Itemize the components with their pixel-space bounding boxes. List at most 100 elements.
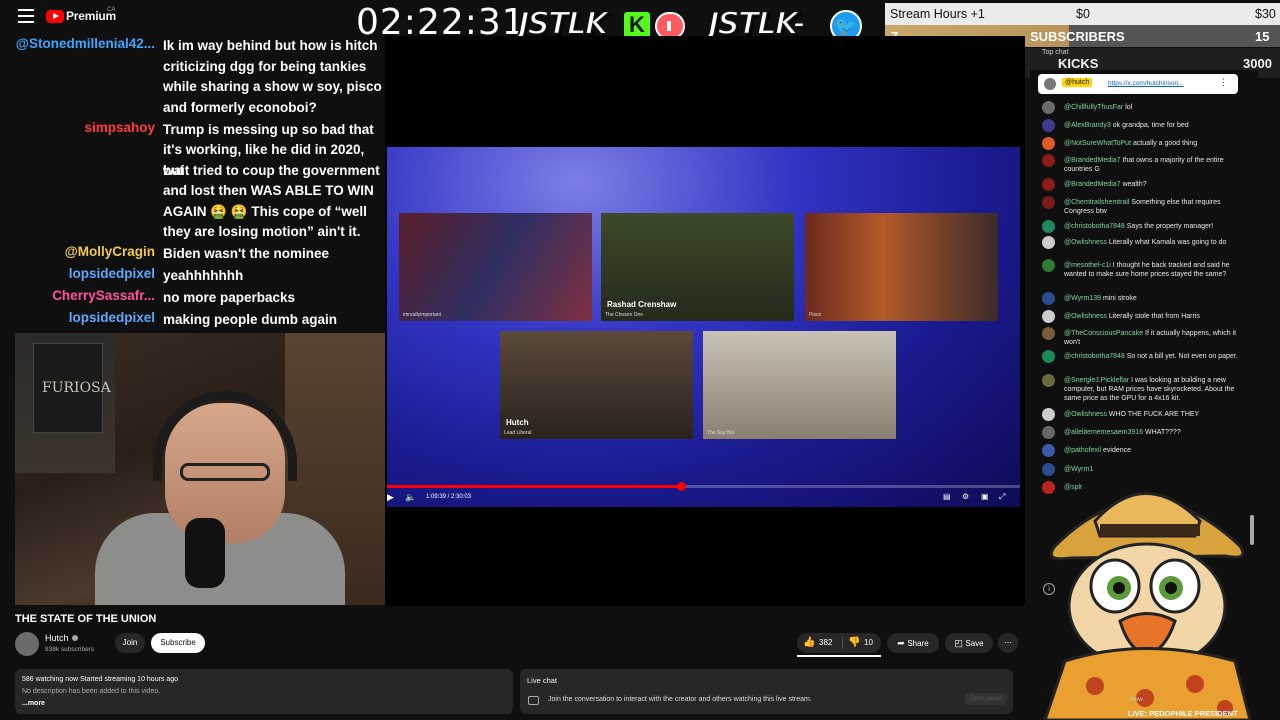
chat-message[interactable]: @Owlishness Literally what Kamala was go…: [1042, 236, 1247, 249]
fullscreen-icon[interactable]: ⤢: [999, 492, 1005, 502]
captions-icon[interactable]: ▤: [943, 492, 951, 501]
overlay-chat-text: while sharing a show w soy, pisco: [163, 79, 382, 94]
live-chat-label: Live chat: [527, 676, 558, 685]
live-chat-panel[interactable]: Live chat Join the conversation to inter…: [520, 669, 1013, 714]
chat-text: actually a good thing: [1132, 140, 1198, 147]
overlay-chat-username: @MollyCragin: [64, 244, 155, 259]
tile-label-4: Lead Liberal: [504, 430, 532, 436]
money-current: $0: [1076, 7, 1090, 21]
overlay-chat-text: yeahhhhhhh: [163, 268, 244, 283]
video-player[interactable]: imreallyimportant Rashad Crenshaw The Ch…: [387, 147, 1020, 507]
chat-message[interactable]: @TheConsciousPancake If it actually happ…: [1042, 327, 1247, 347]
watching-info: 586 watching now Started streaming 10 ho…: [22, 676, 179, 683]
new-label: New: [1130, 696, 1144, 703]
video-tile-3: Pisco: [805, 213, 998, 321]
menu-icon[interactable]: [18, 9, 34, 23]
chat-message[interactable]: @ChillfullyThusFar lol: [1042, 101, 1247, 114]
chat-text: Says the property manager!: [1126, 223, 1214, 230]
youtube-logo-icon[interactable]: [46, 10, 64, 23]
overlay-chat-text: and formerly econoboi?: [163, 99, 317, 115]
overlay-chat-text: criticizing dgg for being tankies: [163, 58, 367, 74]
tile-name-2: Rashad Crenshaw: [607, 300, 677, 309]
chat-username: @TheConsciousPancake: [1064, 330, 1146, 337]
chat-message[interactable]: @Wyrm139 mini stroke: [1042, 292, 1247, 305]
overlay-chat-text: and lost then WAS ABLE TO WIN: [163, 183, 374, 198]
stream-hours-label: Stream Hours +1: [890, 7, 985, 21]
overlay-chat-username: @Stonedmillenial42...: [15, 36, 155, 51]
chat-username: @NotSureWhatToPut: [1064, 140, 1133, 147]
description-box[interactable]: 586 watching now Started streaming 10 ho…: [15, 669, 513, 714]
chat-username: @Chemtrailshemtrail: [1064, 199, 1132, 206]
chat-username: @AlexBrandy3: [1064, 122, 1113, 129]
chat-avatar: [1042, 408, 1055, 421]
chat-avatar: [1042, 350, 1055, 363]
chat-username: @Owlishness: [1064, 239, 1109, 246]
video-time: 1:09:39 / 2:30:03: [426, 494, 472, 500]
video-tile-4: Hutch Lead Liberal: [500, 331, 693, 439]
video-progress-fill[interactable]: [387, 485, 681, 488]
volume-icon[interactable]: 🔈: [405, 492, 416, 503]
chat-message[interactable]: @Owlishness WHO THE FUCK ARE THEY: [1042, 408, 1247, 421]
tile-label-3: Pisco: [809, 312, 822, 318]
stream-screen: { "youtube": {"brand": "Premium", "brand…: [0, 0, 1280, 720]
chat-message[interactable]: @AlexBrandy3 ok grandpa, time for bed: [1042, 119, 1247, 132]
share-button[interactable]: ➦ Share: [887, 633, 939, 653]
chat-message[interactable]: @Owlishness Literally stole that from Ha…: [1042, 310, 1247, 323]
chat-username: @BrandedMedia7: [1064, 181, 1123, 188]
video-progress-handle[interactable]: [676, 482, 686, 491]
open-panel-button[interactable]: Open panel: [963, 693, 1007, 705]
channel-avatar[interactable]: [15, 632, 39, 656]
chat-message[interactable]: @Chemtrailshemtrail Something else that …: [1042, 196, 1247, 216]
like-dislike-group[interactable]: 👍 382 👎 10: [797, 633, 881, 653]
chat-username: @BrandedMedia7: [1064, 157, 1123, 164]
overlay-chat-text: Trump is messing up so bad that: [163, 121, 374, 137]
chat-avatar: [1042, 154, 1055, 167]
top-chat-label[interactable]: Top chat: [1042, 49, 1068, 56]
tile-name-4: Hutch: [506, 418, 529, 427]
join-conversation-text: Join the conversation to interact with t…: [548, 696, 812, 703]
chat-message[interactable]: @BrandedMedia7 that owns a majority of t…: [1042, 154, 1247, 174]
overlay-chat-username: simpsahoy: [84, 119, 155, 135]
chat-text: WHO THE FUCK ARE THEY: [1108, 411, 1200, 418]
dislike-count: 10: [864, 638, 873, 647]
pinned-link[interactable]: https://x.com/hutchinson...: [1108, 80, 1184, 87]
pinned-user: @hutch: [1062, 78, 1093, 87]
chat-message[interactable]: @SnergleJ.Pickleflar I was looking at bu…: [1042, 374, 1247, 403]
miniplayer-icon[interactable]: ▣: [981, 492, 989, 501]
chat-message[interactable]: @BrandedMedia7 wealth?: [1042, 178, 1247, 191]
kicks-goal: 3000: [1243, 56, 1272, 71]
region-code: CA: [107, 7, 116, 13]
save-button[interactable]: ◰ Save: [945, 633, 993, 653]
chat-message[interactable]: @christobotha7848 So not a bill yet. Not…: [1042, 350, 1247, 363]
overlay-chat-text: making people dumb again: [163, 312, 338, 327]
overlay-chat-text: they are losing motion” ain't it.: [163, 224, 361, 239]
more-options-icon[interactable]: ⋮: [1219, 77, 1228, 88]
live-title[interactable]: LIVE: PEDOPHILE PRESIDENT: [1128, 709, 1238, 718]
chat-message[interactable]: @mesothel-c1i I thought he back tracked …: [1042, 259, 1247, 279]
more-actions-button[interactable]: ⋯: [998, 633, 1018, 653]
pinned-message[interactable]: @hutch https://x.com/hutchinson... ⋮: [1038, 74, 1238, 94]
chat-avatar: [1042, 236, 1055, 249]
chat-avatar: [1042, 327, 1055, 340]
chat-message[interactable]: @christobotha7848 Says the property mana…: [1042, 220, 1247, 233]
pinned-avatar: [1044, 78, 1056, 90]
chat-avatar: [1042, 196, 1055, 209]
chat-text: Literally stole that from Harris: [1108, 313, 1200, 320]
chat-message[interactable]: @NotSureWhatToPut actually a good thing: [1042, 137, 1247, 150]
join-button[interactable]: Join: [115, 633, 145, 653]
more-link[interactable]: ...more: [22, 700, 45, 707]
dislike-icon[interactable]: 👎: [848, 633, 860, 653]
tile-label-5: The Soy Boi: [707, 430, 735, 436]
chat-username: @Owlishness: [1064, 313, 1109, 320]
channel-name[interactable]: Hutch: [45, 633, 69, 643]
like-icon[interactable]: 👍: [803, 633, 815, 653]
chat-avatar: [1042, 119, 1055, 132]
streamer-webcam: FURIOSA: [15, 333, 385, 605]
play-icon[interactable]: ▶: [387, 492, 394, 503]
chat-avatar: [1042, 178, 1055, 191]
chat-username: @Owlishness: [1064, 411, 1109, 418]
settings-icon[interactable]: ⚙: [962, 492, 969, 501]
overlay-chat-username: lopsidedpixel: [68, 266, 155, 281]
subscribe-button[interactable]: Subscribe: [151, 633, 205, 653]
chat-text: Literally what Kamala was going to do: [1108, 239, 1227, 246]
